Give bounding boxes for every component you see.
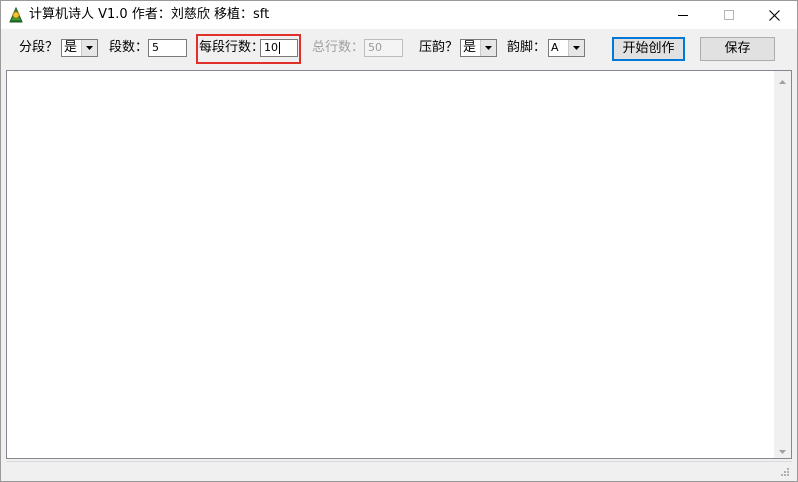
segment-select[interactable]: 是 [61,39,98,57]
scroll-down-button[interactable] [774,441,791,458]
rhyme-value: 是 [463,40,477,55]
segment-value: 是 [64,40,78,55]
minimize-button[interactable] [660,1,706,29]
scroll-up-button[interactable] [774,71,791,88]
total-lines-label: 总行数： [312,40,365,55]
chevron-up-icon [779,73,786,87]
maximize-icon [724,10,734,20]
chevron-down-icon[interactable] [568,40,584,56]
maximize-button[interactable] [706,1,752,29]
chevron-down-icon[interactable] [480,40,496,56]
status-bar [6,461,792,479]
chevron-down-icon [779,443,786,457]
poem-output-textarea[interactable] [6,70,792,459]
title-bar[interactable]: 计算机诗人 V1.0 作者：刘慈欣 移植：sft [1,1,797,29]
vertical-scrollbar[interactable] [774,71,791,458]
close-icon [768,9,780,21]
minimize-icon [678,10,688,20]
chevron-down-icon[interactable] [81,40,97,56]
save-button[interactable]: 保存 [700,37,775,61]
rhyme-foot-label: 韵脚： [507,40,547,55]
total-lines-value: 50 [368,41,382,54]
toolbar: 分段？ 是 段数： 5 每段行数： 10 总行数： 50 压韵？ 是 韵脚： A… [1,29,797,67]
focus-highlight-box [196,34,301,64]
rhyme-foot-select[interactable]: A [548,39,585,57]
total-lines-input: 50 [364,39,403,57]
close-button[interactable] [751,1,797,29]
resize-grip-icon[interactable] [778,465,790,477]
rhyme-foot-value: A [551,41,559,54]
app-window: 计算机诗人 V1.0 作者：刘慈欣 移植：sft 分段？ 是 段数： 5 每段行… [0,0,798,482]
window-title: 计算机诗人 V1.0 作者：刘慈欣 移植：sft [29,7,270,22]
start-creation-button[interactable]: 开始创作 [612,37,685,61]
segment-count-label: 段数： [109,40,149,55]
rhyme-select[interactable]: 是 [460,39,497,57]
rhyme-label: 压韵？ [419,40,459,55]
segment-label: 分段？ [19,40,59,55]
poet-app-icon [7,6,25,24]
segment-count-input[interactable]: 5 [148,39,187,57]
segment-count-value: 5 [152,41,159,54]
